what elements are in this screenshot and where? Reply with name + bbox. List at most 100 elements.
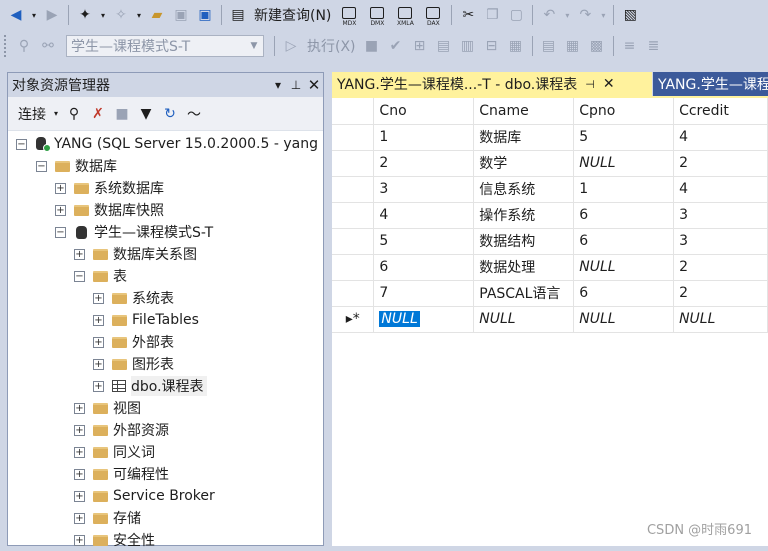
expand-icon[interactable]: +: [74, 490, 85, 502]
tree-node-storage[interactable]: + 存储: [74, 507, 141, 529]
expand-icon[interactable]: +: [93, 314, 104, 326]
grid-cell[interactable]: 数据库: [473, 124, 575, 151]
client-statistics-icon[interactable]: ▦: [505, 35, 527, 57]
dropdown-icon[interactable]: ▾: [98, 4, 108, 26]
grid-cell[interactable]: 6: [573, 202, 675, 229]
tree-node-system-databases[interactable]: + 系统数据库: [55, 177, 164, 199]
new-query-icon[interactable]: ▤: [227, 4, 249, 26]
save-icon[interactable]: ▣: [170, 4, 192, 26]
window-position-icon[interactable]: ▾: [269, 78, 287, 92]
expand-icon[interactable]: +: [74, 534, 85, 546]
include-plan-icon[interactable]: ⊟: [481, 35, 503, 57]
tree-node-database-snapshots[interactable]: + 数据库快照: [55, 199, 164, 221]
mdx-query-button[interactable]: MDX: [336, 3, 362, 27]
grid-cell[interactable]: 6: [573, 280, 675, 307]
grid-cell[interactable]: 2: [673, 280, 768, 307]
tree-node-external-tables[interactable]: + 外部表: [93, 331, 174, 353]
expand-icon[interactable]: +: [93, 358, 104, 370]
grid-cell[interactable]: 1: [373, 124, 475, 151]
row-selector[interactable]: [332, 176, 375, 203]
grid-cell[interactable]: 3: [373, 176, 475, 203]
tree-node-system-tables[interactable]: + 系统表: [93, 287, 174, 309]
collapse-icon[interactable]: −: [55, 226, 66, 238]
tree-node-tables[interactable]: − 表: [74, 265, 127, 287]
grid-cell[interactable]: 5: [573, 124, 675, 151]
intellisense-icon[interactable]: ▥: [457, 35, 479, 57]
grid-cell[interactable]: 6: [373, 254, 475, 281]
row-selector[interactable]: [332, 228, 375, 255]
tree-node-diagrams[interactable]: + 数据库关系图: [74, 243, 197, 265]
change-connection-icon[interactable]: ⚯: [37, 35, 59, 57]
grid-cell[interactable]: NULL: [573, 254, 675, 281]
close-icon[interactable]: ✕: [305, 76, 323, 94]
filter-icon[interactable]: ▼: [135, 103, 157, 125]
tree-node-security[interactable]: + 安全性: [74, 529, 155, 551]
refresh-icon[interactable]: ↻: [159, 103, 181, 125]
new-row-marker[interactable]: ▸*: [332, 306, 375, 333]
dmx-query-button[interactable]: DMX: [364, 3, 390, 27]
undo-icon[interactable]: ↶: [538, 4, 560, 26]
grid-cell[interactable]: 3: [673, 202, 768, 229]
collapse-icon[interactable]: −: [16, 138, 27, 150]
tree-node-external-resources[interactable]: + 外部资源: [74, 419, 169, 441]
dropdown-icon[interactable]: ▾: [562, 4, 572, 26]
expand-icon[interactable]: +: [74, 424, 85, 436]
execute-button[interactable]: 执行(X): [307, 36, 356, 56]
expand-icon[interactable]: +: [74, 248, 85, 260]
row-selector[interactable]: [332, 202, 375, 229]
collapse-icon[interactable]: −: [74, 270, 85, 282]
connect-icon[interactable]: ⚲: [13, 35, 35, 57]
grid-cell[interactable]: 3: [673, 228, 768, 255]
grid-cell[interactable]: PASCAL语言: [473, 280, 575, 307]
pin-icon[interactable]: ⊥: [287, 78, 305, 92]
uncomment-icon[interactable]: ≣: [643, 35, 665, 57]
results-to-file-icon[interactable]: ▩: [586, 35, 608, 57]
grid-cell[interactable]: NULL: [473, 306, 575, 333]
activity-monitor-icon[interactable]: ▧: [619, 4, 641, 26]
grid-cell[interactable]: 4: [373, 202, 475, 229]
tab-other-document[interactable]: YANG.学生—课程: [653, 72, 768, 96]
parse-icon[interactable]: ✔: [385, 35, 407, 57]
grid-cell[interactable]: NULL: [573, 150, 675, 177]
forward-icon[interactable]: ▶: [41, 4, 63, 26]
grid-cell[interactable]: 2: [373, 150, 475, 177]
tree-node-programmability[interactable]: + 可编程性: [74, 463, 169, 485]
results-to-grid-icon[interactable]: ▦: [562, 35, 584, 57]
dax-query-button[interactable]: DAX: [420, 3, 446, 27]
toolbar-grip[interactable]: [4, 35, 8, 57]
new-query-button[interactable]: 新建查询(N): [254, 5, 331, 25]
back-icon[interactable]: ◀: [5, 4, 27, 26]
stop-icon[interactable]: ■: [111, 103, 133, 125]
row-selector[interactable]: [332, 254, 375, 281]
grid-cell[interactable]: 2: [673, 254, 768, 281]
grid-cell[interactable]: 5: [373, 228, 475, 255]
expand-icon[interactable]: +: [93, 292, 104, 304]
connect-icon[interactable]: ⚲: [63, 103, 85, 125]
display-plan-icon[interactable]: ⊞: [409, 35, 431, 57]
row-selector[interactable]: [332, 124, 375, 151]
grid-cell[interactable]: 4: [673, 124, 768, 151]
open-folder-icon[interactable]: ▰: [146, 4, 168, 26]
grid-cell[interactable]: 数据处理: [473, 254, 575, 281]
tree-node-filetables[interactable]: + FileTables: [93, 309, 199, 331]
grid-cell[interactable]: 数学: [473, 150, 575, 177]
column-header[interactable]: Cname: [473, 98, 575, 125]
expand-icon[interactable]: +: [93, 380, 104, 392]
results-to-text-icon[interactable]: ▤: [538, 35, 560, 57]
grid-cell[interactable]: 信息系统: [473, 176, 575, 203]
tree-node-graph-tables[interactable]: + 图形表: [93, 353, 174, 375]
connect-button[interactable]: 连接: [18, 104, 46, 124]
grid-cell-current[interactable]: NULL: [373, 306, 475, 333]
grid-cell[interactable]: 7: [373, 280, 475, 307]
chevron-down-icon[interactable]: ▾: [51, 103, 61, 125]
expand-icon[interactable]: +: [55, 204, 66, 216]
xmla-query-button[interactable]: XMLA: [392, 3, 418, 27]
activity-icon[interactable]: 〜: [183, 103, 205, 125]
grid-cell[interactable]: 数据结构: [473, 228, 575, 255]
dropdown-icon[interactable]: ▾: [134, 4, 144, 26]
row-selector[interactable]: [332, 280, 375, 307]
new-project-icon[interactable]: ✦: [74, 4, 96, 26]
grid-cell[interactable]: 2: [673, 150, 768, 177]
tree-node-databases[interactable]: − 数据库: [36, 155, 117, 177]
copy-icon[interactable]: ❐: [481, 4, 503, 26]
